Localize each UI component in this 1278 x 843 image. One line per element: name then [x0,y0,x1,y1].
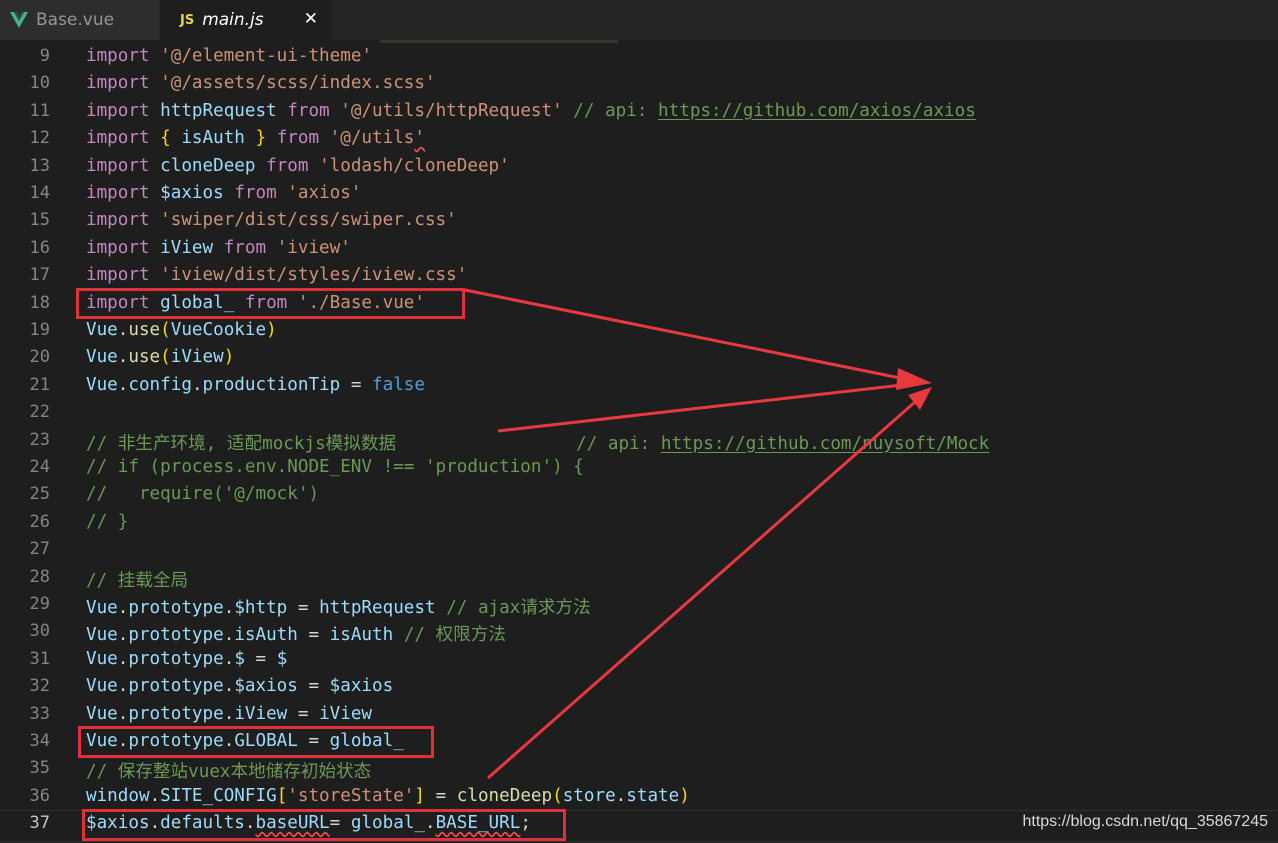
annotation-arrows [464,288,932,780]
arrow-from-baseurl [487,392,925,780]
arrowhead [896,368,932,390]
arrow-from-import [464,288,921,384]
watermark: https://blog.csdn.net/qq_35867245 [1022,813,1268,830]
arrow-from-prototype [497,381,921,433]
